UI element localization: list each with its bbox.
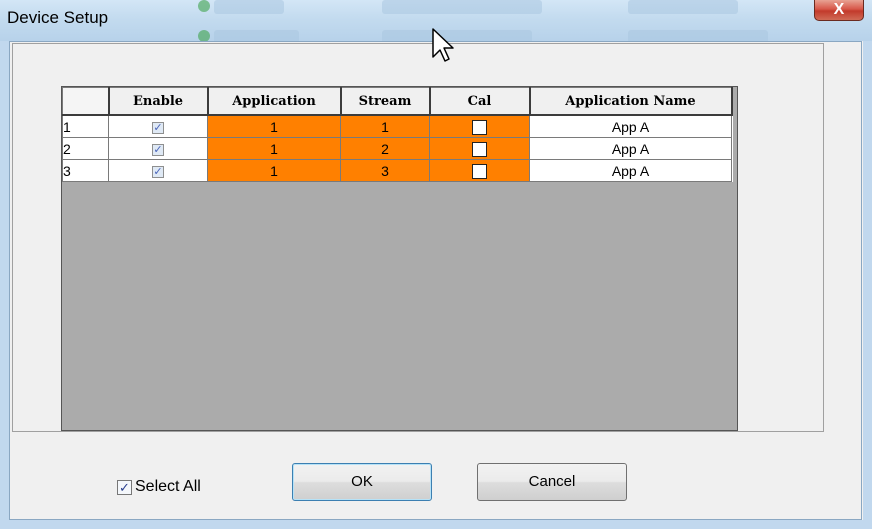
application-name-cell[interactable]: App A: [529, 137, 732, 160]
background-window-icon: [198, 0, 210, 12]
window-frame-right: [863, 41, 872, 529]
select-all-label: Select All: [135, 478, 201, 495]
application-cell[interactable]: 1: [207, 137, 341, 160]
device-grid[interactable]: Enable Application Stream Cal Applicatio…: [61, 86, 738, 431]
cal-cell[interactable]: [429, 114, 530, 138]
enable-cell[interactable]: ✓: [108, 114, 208, 138]
column-header-enable[interactable]: Enable: [108, 87, 209, 116]
device-table: Enable Application Stream Cal Applicatio…: [62, 87, 733, 182]
check-icon[interactable]: ✓: [152, 165, 164, 178]
application-name-cell[interactable]: App A: [529, 114, 732, 138]
background-window-blur: [628, 0, 738, 14]
stream-cell[interactable]: 1: [340, 114, 430, 138]
application-cell[interactable]: 1: [207, 159, 341, 182]
check-icon[interactable]: ✓: [152, 121, 164, 134]
enable-cell[interactable]: ✓: [108, 159, 208, 182]
ok-button[interactable]: OK: [292, 463, 432, 501]
background-window-blur: [214, 30, 299, 41]
background-window-blur: [214, 0, 284, 14]
column-header-application[interactable]: Application: [207, 87, 342, 116]
column-header-application-name[interactable]: Application Name: [529, 87, 733, 116]
column-header-stream[interactable]: Stream: [340, 87, 431, 116]
cal-checkbox[interactable]: [472, 163, 487, 179]
check-icon[interactable]: ✓: [152, 143, 164, 156]
cal-checkbox[interactable]: [472, 141, 487, 157]
table-header-row: Enable Application Stream Cal Applicatio…: [62, 87, 733, 116]
background-window-icon: [198, 30, 210, 41]
column-header-cal[interactable]: Cal: [429, 87, 531, 116]
window-title: Device Setup: [7, 8, 109, 27]
cal-cell[interactable]: [429, 159, 530, 182]
select-all-checkbox[interactable]: ✓ Select All: [117, 477, 201, 497]
row-number[interactable]: 1: [62, 114, 109, 138]
close-icon: X: [833, 1, 845, 18]
close-button[interactable]: X: [814, 0, 864, 21]
application-name-cell[interactable]: App A: [529, 159, 732, 182]
check-icon[interactable]: ✓: [117, 479, 132, 495]
application-cell[interactable]: 1: [207, 114, 341, 138]
table-row[interactable]: 3 ✓ 1 3 App A: [62, 159, 732, 182]
cal-checkbox[interactable]: [472, 119, 487, 135]
row-number[interactable]: 3: [62, 159, 109, 182]
background-window-blur: [628, 30, 768, 41]
stream-cell[interactable]: 2: [340, 137, 430, 160]
background-window-blur: [382, 0, 542, 14]
row-number[interactable]: 2: [62, 137, 109, 160]
table-row[interactable]: 1 ✓ 1 1 App A: [62, 114, 732, 138]
cancel-button[interactable]: Cancel: [477, 463, 627, 501]
window-frame-bottom: [0, 520, 872, 529]
table-row[interactable]: 2 ✓ 1 2 App A: [62, 137, 732, 160]
stream-cell[interactable]: 3: [340, 159, 430, 182]
cal-cell[interactable]: [429, 137, 530, 160]
enable-cell[interactable]: ✓: [108, 137, 208, 160]
window-frame-left: [0, 41, 9, 529]
corner-header: [62, 87, 110, 116]
mouse-pointer-icon: [432, 28, 454, 62]
background-window-blur: [382, 30, 532, 41]
